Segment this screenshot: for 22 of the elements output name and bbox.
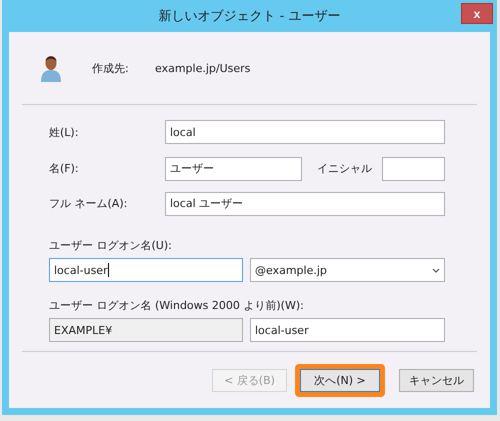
field-label: ユーザー ログオン名 (Windows 2000 より前)(W): xyxy=(49,298,304,313)
field-label: フル ネーム(A): xyxy=(49,196,128,211)
location-label: 作成先: xyxy=(92,60,130,76)
window-title: 新しいオブジェクト - ユーザー xyxy=(158,8,340,25)
field-label: 姓(L): xyxy=(49,124,80,140)
field-label: ユーザー ログオン名(U): xyxy=(49,238,172,253)
input-field[interactable]: local ユーザー xyxy=(165,192,445,216)
dialog-button[interactable]: 次へ(N) > xyxy=(300,368,380,392)
chevron-down-icon xyxy=(432,268,440,272)
field-label: 名(F): xyxy=(49,161,80,176)
input-field[interactable]: local xyxy=(165,120,445,144)
input-field[interactable]: local-user xyxy=(49,258,243,282)
location-value: example.jp/Users xyxy=(155,62,250,74)
close-button[interactable]: x xyxy=(461,3,493,24)
domain-dropdown[interactable]: @example.jp xyxy=(250,258,445,282)
input-field[interactable]: local-user xyxy=(250,318,445,342)
dialog-button[interactable]: キャンセル xyxy=(399,368,474,392)
input-field: EXAMPLE¥ xyxy=(49,318,243,342)
user-icon xyxy=(40,53,62,83)
input-field[interactable] xyxy=(382,156,445,180)
field-label: イニシャル xyxy=(317,161,373,176)
input-field[interactable]: ユーザー xyxy=(165,156,302,180)
